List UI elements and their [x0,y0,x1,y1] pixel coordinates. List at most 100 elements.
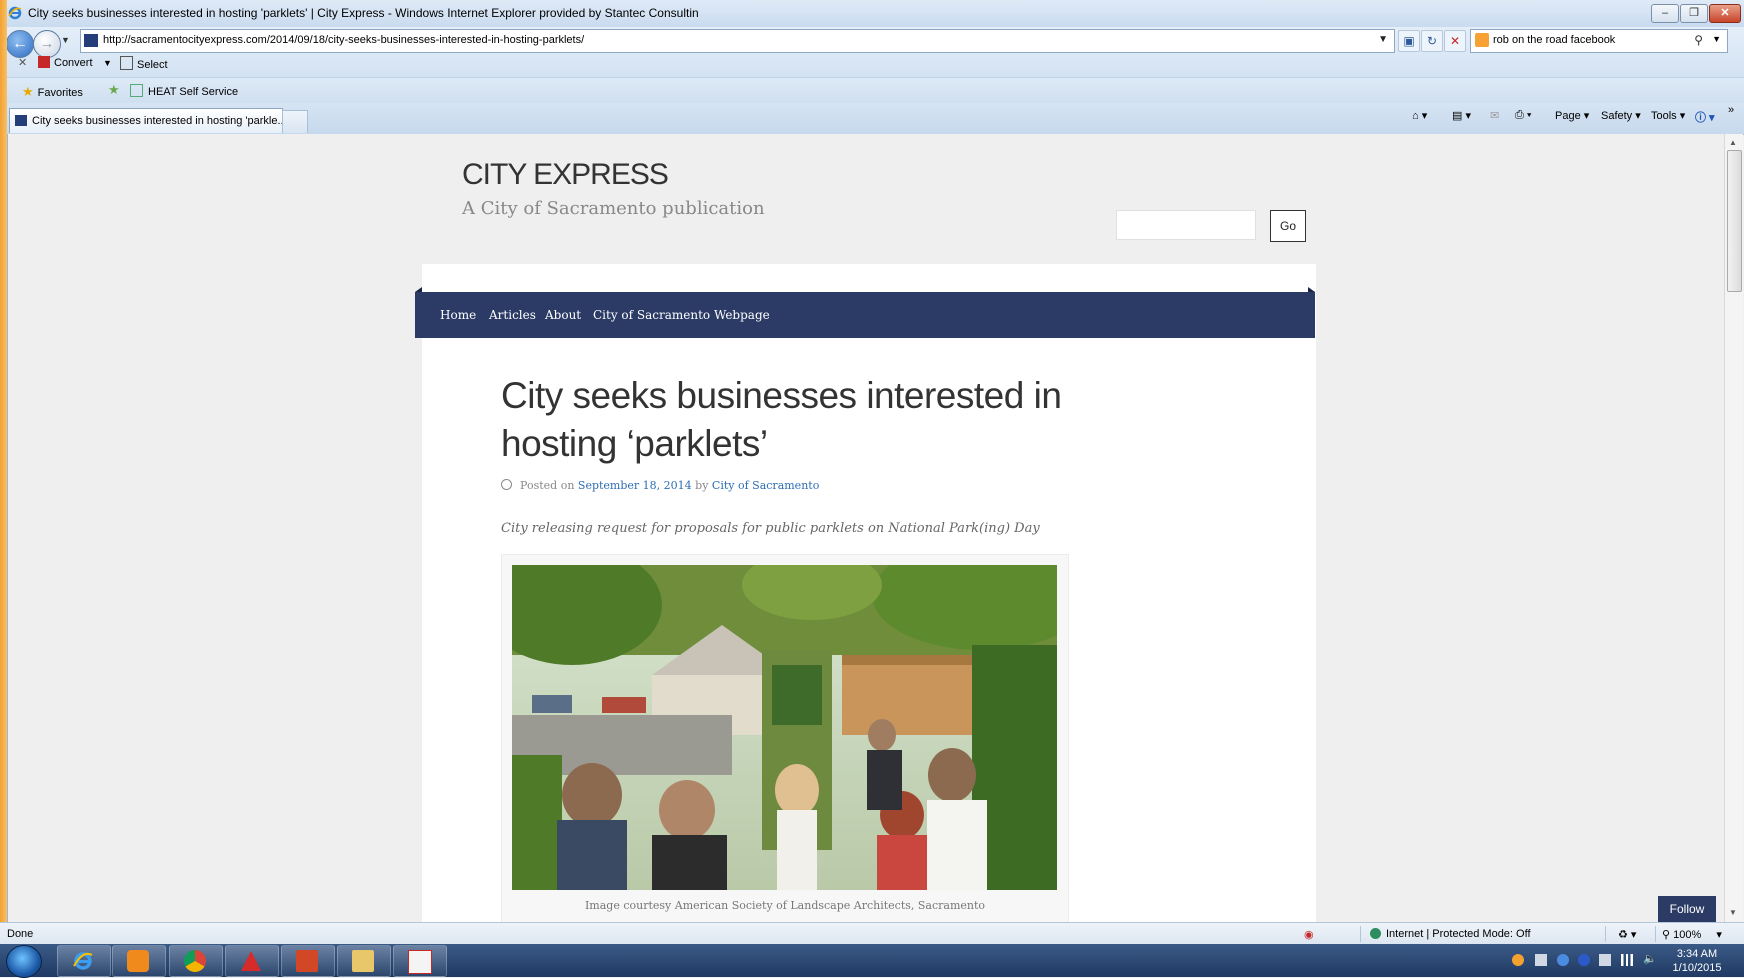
taskbar-ie-button[interactable] [57,945,111,977]
navigation-bar: ← → ▼ http://sacramentocityexpress.com/2… [0,27,1744,77]
taskbar-acrobat-button[interactable] [393,945,447,977]
restore-button[interactable]: ❐ [1680,4,1708,23]
tray-volume-icon[interactable]: 🔈 [1643,952,1657,965]
site-favicon-icon [84,34,98,47]
favorites-star-icon: ★ [22,84,34,99]
minimize-button[interactable]: – [1651,4,1679,23]
address-dropdown-icon[interactable]: ▼ [1378,34,1388,45]
new-tab-button[interactable] [282,110,308,133]
stop-icon[interactable]: ✕ [1444,30,1466,52]
tab-active[interactable]: City seeks businesses interested in host… [9,108,287,133]
media-player-icon [127,950,149,972]
scroll-down-icon[interactable]: ▼ [1729,908,1737,917]
by-label: by [695,479,709,492]
scroll-thumb[interactable] [1727,150,1742,292]
menu-item-articles[interactable]: Articles [489,308,536,322]
ie-logo-icon [8,6,22,20]
compatibility-view-icon[interactable]: ▣ [1398,30,1420,52]
select-icon [120,56,133,70]
safety-menu[interactable]: Safety ▾ [1601,109,1641,122]
start-button[interactable] [6,945,42,978]
tab-label: City seeks businesses interested in host… [32,115,287,127]
status-separator [1360,926,1361,942]
search-options-icon[interactable]: ▼ [1712,34,1721,44]
tray-update-icon[interactable] [1512,954,1524,966]
site-title[interactable]: CITY EXPRESS [462,158,669,192]
taskbar: 🔈 3:34 AM 1/10/2015 [0,944,1744,978]
clock-date: 1/10/2015 [1672,962,1722,974]
menu-item-home[interactable]: Home [440,308,476,322]
chrome-icon [184,950,206,972]
page-menu[interactable]: Page ▾ [1555,109,1589,122]
security-zone[interactable]: Internet | Protected Mode: Off [1370,928,1531,940]
address-input[interactable]: http://sacramentocityexpress.com/2014/09… [103,34,584,46]
taskbar-explorer-button[interactable] [337,945,391,977]
post-date-link[interactable]: September 18, 2014 [578,479,692,492]
posted-on-label: Posted on [520,479,575,492]
status-bar: Done ◉ Internet | Protected Mode: Off ♻ … [0,922,1744,945]
clock-time: 3:34 AM [1676,948,1718,960]
address-bar[interactable]: http://sacramentocityexpress.com/2014/09… [80,29,1395,53]
close-window-button[interactable]: ✕ [1709,4,1741,23]
convert-button[interactable]: Convert [38,56,93,69]
author-link[interactable]: City of Sacramento [712,479,819,492]
taskbar-powerpoint-button[interactable] [281,945,335,977]
zoom-control[interactable]: ⚲ 100% ▾ [1662,928,1722,941]
select-button[interactable]: Select [120,56,168,71]
home-icon[interactable]: ⌂ ▾ [1412,109,1427,122]
favorites-label: Favorites [37,87,83,99]
article-headline: City seeks businesses interested in host… [501,375,1062,464]
system-clock[interactable]: 3:34 AM 1/10/2015 [1662,947,1732,975]
favorites-button[interactable]: ★ Favorites [22,84,83,100]
go-button[interactable]: Go [1270,210,1306,242]
print-icon[interactable]: ⎙ ▾ [1515,109,1531,122]
menu-item-about[interactable]: About [545,308,581,322]
taskbar-autocad-button[interactable] [225,945,279,977]
search-icon[interactable]: ⚲ [1694,33,1703,47]
refresh-icon[interactable]: ↻ [1421,30,1443,52]
protected-mode-icon[interactable]: ♻ ▾ [1618,928,1636,941]
popup-blocker-icon[interactable]: ◉ [1304,928,1314,941]
vertical-scrollbar[interactable]: ▲ ▼ [1724,134,1743,922]
close-toolbar-icon[interactable]: ✕ [18,56,27,69]
search-input[interactable]: rob on the road facebook [1493,34,1615,46]
menu-item-city-webpage[interactable]: City of Sacramento Webpage [593,308,770,322]
site-subtitle: A City of Sacramento publication [462,198,765,219]
clock-icon [501,479,512,490]
powerpoint-icon [296,950,318,972]
favorite-link-heat[interactable]: HEAT Self Service [130,84,238,98]
convert-dropdown-icon[interactable]: ▼ [103,58,112,68]
favorite-link-label: HEAT Self Service [148,86,239,98]
taskbar-chrome-button[interactable] [169,945,223,977]
help-icon[interactable]: ⓘ ▾ [1695,109,1715,125]
status-separator [1605,926,1606,942]
feeds-icon[interactable]: ▤ ▾ [1452,109,1471,122]
menu-ribbon-left [415,287,422,292]
window-title: City seeks businesses interested in host… [28,6,699,20]
page-viewport: CITY EXPRESS A City of Sacramento public… [7,134,1725,922]
scroll-up-icon[interactable]: ▲ [1729,138,1737,147]
follow-button[interactable]: Follow [1658,896,1716,922]
tools-menu[interactable]: Tools ▾ [1651,109,1685,122]
tray-bluetooth-icon[interactable] [1557,954,1569,966]
tray-network-app-icon[interactable] [1578,954,1590,966]
tray-device-icon[interactable] [1535,954,1547,966]
tools-menu-label: Tools [1651,110,1677,122]
add-favorite-icon[interactable]: ★ [108,82,120,98]
ie-page-icon [130,84,143,97]
article-figure: Image courtesy American Society of Lands… [501,554,1069,922]
recent-pages-dropdown-icon[interactable]: ▼ [61,35,70,45]
tray-signal-icon[interactable] [1621,954,1633,966]
select-label: Select [137,59,168,71]
globe-icon [1370,928,1381,939]
parklet-photo[interactable] [512,565,1057,890]
read-mail-icon[interactable]: ✉ [1490,109,1499,122]
taskbar-media-player-button[interactable] [112,945,166,977]
safety-menu-label: Safety [1601,110,1633,122]
zoom-level: 100% [1673,929,1702,941]
tray-usb-icon[interactable] [1599,954,1611,966]
search-box[interactable]: rob on the road facebook ⚲ ▼ [1470,29,1728,53]
site-search-input[interactable] [1116,210,1256,240]
toolbar-overflow-icon[interactable]: » [1728,104,1734,116]
tab-bar: City seeks businesses interested in host… [0,103,1744,135]
